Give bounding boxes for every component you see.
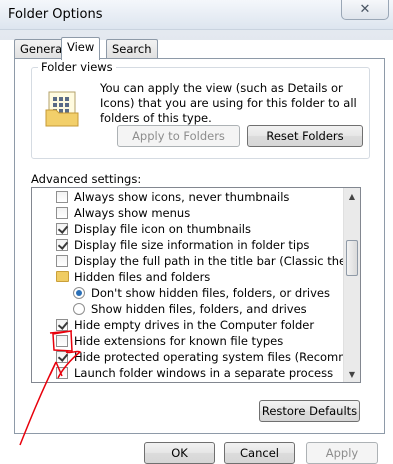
advanced-settings-list[interactable]: Always show icons, never thumbnails Alwa… [31,187,361,383]
checkbox[interactable] [56,351,68,363]
advanced-settings-label: Advanced settings: [31,172,142,186]
setting-label: Hide extensions for known file types [74,334,284,348]
view-tab-panel: Folder views You can apply the view (suc… [14,58,385,434]
setting-always-show-menus[interactable]: Always show menus [32,205,343,221]
setting-hide-extensions[interactable]: Hide extensions for known file types [32,333,343,349]
checkbox[interactable] [56,207,68,219]
folder-options-dialog: Folder Options ✕ General View Search Fol… [0,0,393,464]
radio-button[interactable] [73,287,85,299]
checkbox[interactable] [56,223,68,235]
tab-view[interactable]: View [61,37,101,60]
folder-icon [56,271,69,282]
radio-button[interactable] [73,303,85,315]
checkbox[interactable] [56,239,68,251]
reset-folders-button[interactable]: Reset Folders [247,125,363,147]
scroll-thumb[interactable] [346,240,358,276]
checkbox[interactable] [56,335,68,347]
close-icon: ✕ [359,1,371,17]
setting-separate-process[interactable]: Launch folder windows in a separate proc… [32,365,343,381]
setting-dont-show-hidden[interactable]: Don't show hidden files, folders, or dri… [32,285,343,301]
tab-search[interactable]: Search [106,39,158,59]
setting-label: Don't show hidden files, folders, or dri… [91,286,331,300]
scroll-up-arrow-icon[interactable]: ▲ [344,188,360,204]
setting-label: Display the full path in the title bar (… [74,254,360,268]
setting-file-icon-thumbnails[interactable]: Display file icon on thumbnails [32,221,343,237]
button-label: Cancel [240,446,279,460]
setting-hide-empty-drives[interactable]: Hide empty drives in the Computer folder [32,317,343,333]
setting-label: Always show menus [74,206,191,220]
setting-hide-protected-files[interactable]: Hide protected operating system files (R… [32,349,360,365]
title-bar: Folder Options ✕ [0,0,393,30]
checkbox[interactable] [56,255,68,267]
folder-views-description: You can apply the view (such as Details … [100,81,357,125]
setting-label: Show hidden files, folders, and drives [91,302,307,316]
setting-label: Hide protected operating system files (R… [74,350,361,364]
apply-to-folders-button[interactable]: Apply to Folders [117,125,240,147]
setting-label: Always show icons, never thumbnails [74,190,290,204]
button-label: OK [171,446,188,460]
setting-always-show-icons[interactable]: Always show icons, never thumbnails [32,189,343,205]
setting-label: Hidden files and folders [74,270,211,284]
setting-full-path-title[interactable]: Display the full path in the title bar (… [32,253,360,269]
cancel-button[interactable]: Cancel [224,442,295,464]
button-label: Apply [325,446,359,460]
setting-label: Display file icon on thumbnails [74,222,251,236]
close-button[interactable]: ✕ [341,0,389,20]
scroll-down-arrow-icon[interactable]: ▼ [344,366,360,382]
setting-show-hidden[interactable]: Show hidden files, folders, and drives [32,301,343,317]
folder-views-group: Folder views You can apply the view (suc… [31,60,370,159]
folder-views-legend: Folder views [38,60,116,74]
vertical-scrollbar[interactable]: ▲ ▼ [343,188,360,382]
advanced-settings-rows: Always show icons, never thumbnails Alwa… [32,189,360,381]
tab-label: View [67,40,95,54]
setting-label: Launch folder windows in a separate proc… [74,366,334,380]
button-label: Restore Defaults [261,404,358,418]
button-label: Apply to Folders [132,129,225,143]
tab-label: General [20,42,66,56]
window-title: Folder Options [8,7,103,22]
checkbox[interactable] [56,367,68,379]
tab-label: Search [112,42,152,56]
ok-button[interactable]: OK [144,442,215,464]
setting-label: Hide empty drives in the Computer folder [74,318,315,332]
folder-view-icon [45,91,79,127]
checkbox[interactable] [56,319,68,331]
checkbox[interactable] [56,191,68,203]
setting-hidden-files-group: Hidden files and folders [32,269,343,285]
restore-defaults-button[interactable]: Restore Defaults [259,400,360,422]
apply-button[interactable]: Apply [306,442,378,464]
button-label: Reset Folders [266,129,344,143]
setting-label: Display file size information in folder … [74,238,310,252]
setting-file-size-tips[interactable]: Display file size information in folder … [32,237,343,253]
